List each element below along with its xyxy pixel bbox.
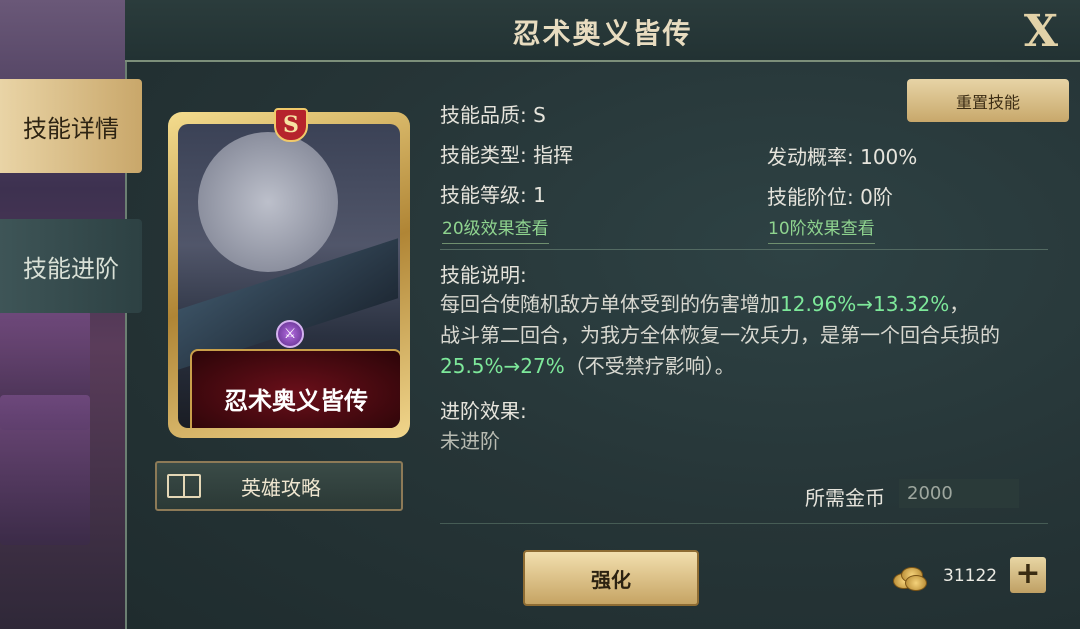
gold-coin-icon [893,563,927,591]
description-title: 技能说明: [440,263,527,287]
advance-value: 未进阶 [440,429,500,453]
hero-guide-label: 英雄攻略 [241,475,321,500]
skill-tier: 技能阶位: 0阶 [767,185,893,209]
level-effect-link[interactable]: 20级效果查看 [442,214,549,244]
skill-quality: 技能品质: S [440,103,546,127]
advance-title: 进阶效果: [440,399,527,423]
skill-description: 每回合使随机敌方单体受到的伤害增加12.96%→13.32%， 战斗第二回合，为我… [440,289,1040,382]
gold-amount: 31122 [943,566,998,586]
hero-guide-button[interactable]: 英雄攻略 [155,461,403,511]
desc-text: （不受禁疗影响）。 [564,354,735,378]
card-name: 忍术奥义皆传 [224,387,368,415]
divider [440,523,1048,524]
reset-skill-button[interactable]: 重置技能 [907,79,1069,122]
cost-value: 2000 [899,479,1019,508]
cost-label: 所需金币 [805,486,885,510]
desc-text: 每回合使随机敌方单体受到的伤害增加 [440,292,780,316]
grade-s-badge: S [274,108,308,142]
background-hero-card [0,395,90,545]
skill-card: 忍术奥义皆传 S ⚔ [168,108,410,438]
skill-card-art: 忍术奥义皆传 [178,124,400,428]
title-bar: 忍术奥义皆传 X [125,0,1080,62]
desc-highlight: 25.5%→27% [440,354,565,378]
page-title: 忍术奥义皆传 [512,17,693,50]
desc-text: 战斗第二回合，为我方全体恢复一次兵力，是第一个回合兵损的 [440,323,1000,347]
close-button[interactable]: X [1024,6,1058,57]
screen: 忍术奥义皆传 X 技能详情 技能进阶 忍术奥义皆传 S ⚔ 英雄攻略 重置技能 … [0,0,1080,629]
skill-level: 技能等级: 1 [440,183,546,207]
tab-skill-advance[interactable]: 技能进阶 [0,219,142,313]
book-icon [167,474,201,498]
desc-text: ， [949,292,970,316]
card-name-plate: 忍术奥义皆传 [190,349,400,428]
moon-art [198,132,338,272]
trigger-chance: 发动概率: 100% [767,145,918,169]
tab-skill-details[interactable]: 技能详情 [0,79,142,173]
add-gold-button[interactable]: + [1010,557,1046,593]
skill-type: 技能类型: 指挥 [440,143,574,167]
skill-type-gem-icon: ⚔ [276,320,304,348]
divider [440,249,1048,250]
desc-highlight: 12.96%→13.32% [780,292,950,316]
tier-effect-link[interactable]: 10阶效果查看 [768,214,875,244]
enhance-button[interactable]: 强化 [523,550,699,606]
